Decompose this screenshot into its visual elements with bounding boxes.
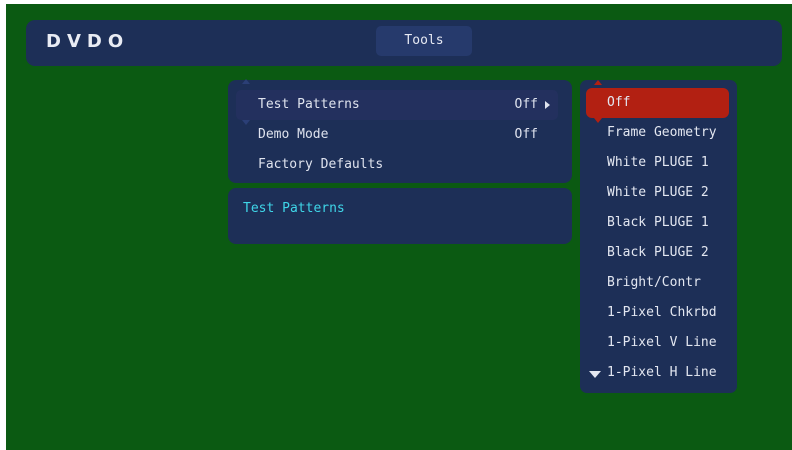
menu-item-label: Factory Defaults [258, 157, 384, 172]
option-label: White PLUGE 1 [607, 155, 709, 170]
option-black-pluge-1[interactable]: Black PLUGE 1 [586, 208, 729, 238]
option-white-pluge-1[interactable]: White PLUGE 1 [586, 148, 729, 178]
option-label: 1-Pixel H Line [607, 365, 717, 380]
option-label: White PLUGE 2 [607, 185, 709, 200]
option-frame-geometry[interactable]: Frame Geometry [586, 118, 729, 148]
osd-screen: DVDO Tools Test Patterns Off Demo Mode O… [6, 4, 792, 450]
header-bar: DVDO Tools [26, 20, 782, 66]
menu-title-tab[interactable]: Tools [376, 26, 472, 56]
submenu-arrow-icon [545, 101, 550, 109]
menu-item-demo-mode[interactable]: Demo Mode Off [236, 120, 558, 150]
option-white-pluge-2[interactable]: White PLUGE 2 [586, 178, 729, 208]
option-label: Off [607, 95, 631, 110]
menu-item-value: Off [514, 97, 538, 112]
option-label: 1-Pixel V Line [607, 335, 717, 350]
option-label: Black PLUGE 1 [607, 215, 709, 230]
option-1-pixel-chkrbd[interactable]: 1-Pixel Chkrbd [586, 298, 729, 328]
menu-item-test-patterns[interactable]: Test Patterns Off [236, 90, 558, 120]
scroll-down-arrow-icon[interactable] [589, 371, 601, 378]
option-label: 1-Pixel Chkrbd [607, 305, 717, 320]
option-label: Bright/Contr [607, 275, 701, 290]
options-list-panel: Off Frame Geometry White PLUGE 1 White P… [580, 80, 737, 393]
scroll-up-marker-icon [242, 79, 250, 84]
option-label: Black PLUGE 2 [607, 245, 709, 260]
option-label: Frame Geometry [607, 125, 717, 140]
option-1-pixel-h-line[interactable]: 1-Pixel H Line [586, 358, 729, 388]
dvdo-logo: DVDO [46, 31, 130, 52]
menu-item-value: Off [514, 127, 538, 142]
option-black-pluge-2[interactable]: Black PLUGE 2 [586, 238, 729, 268]
option-bright-contr[interactable]: Bright/Contr [586, 268, 729, 298]
menu-item-factory-defaults[interactable]: Factory Defaults [236, 150, 558, 180]
option-off[interactable]: Off [586, 88, 729, 118]
description-panel: Test Patterns [228, 188, 572, 244]
option-1-pixel-v-line[interactable]: 1-Pixel V Line [586, 328, 729, 358]
description-title: Test Patterns [243, 201, 345, 216]
scroll-up-marker-icon [594, 80, 602, 85]
menu-item-label: Test Patterns [258, 97, 360, 112]
menu-item-label: Demo Mode [258, 127, 329, 142]
main-menu-panel: Test Patterns Off Demo Mode Off Factory … [228, 79, 572, 183]
